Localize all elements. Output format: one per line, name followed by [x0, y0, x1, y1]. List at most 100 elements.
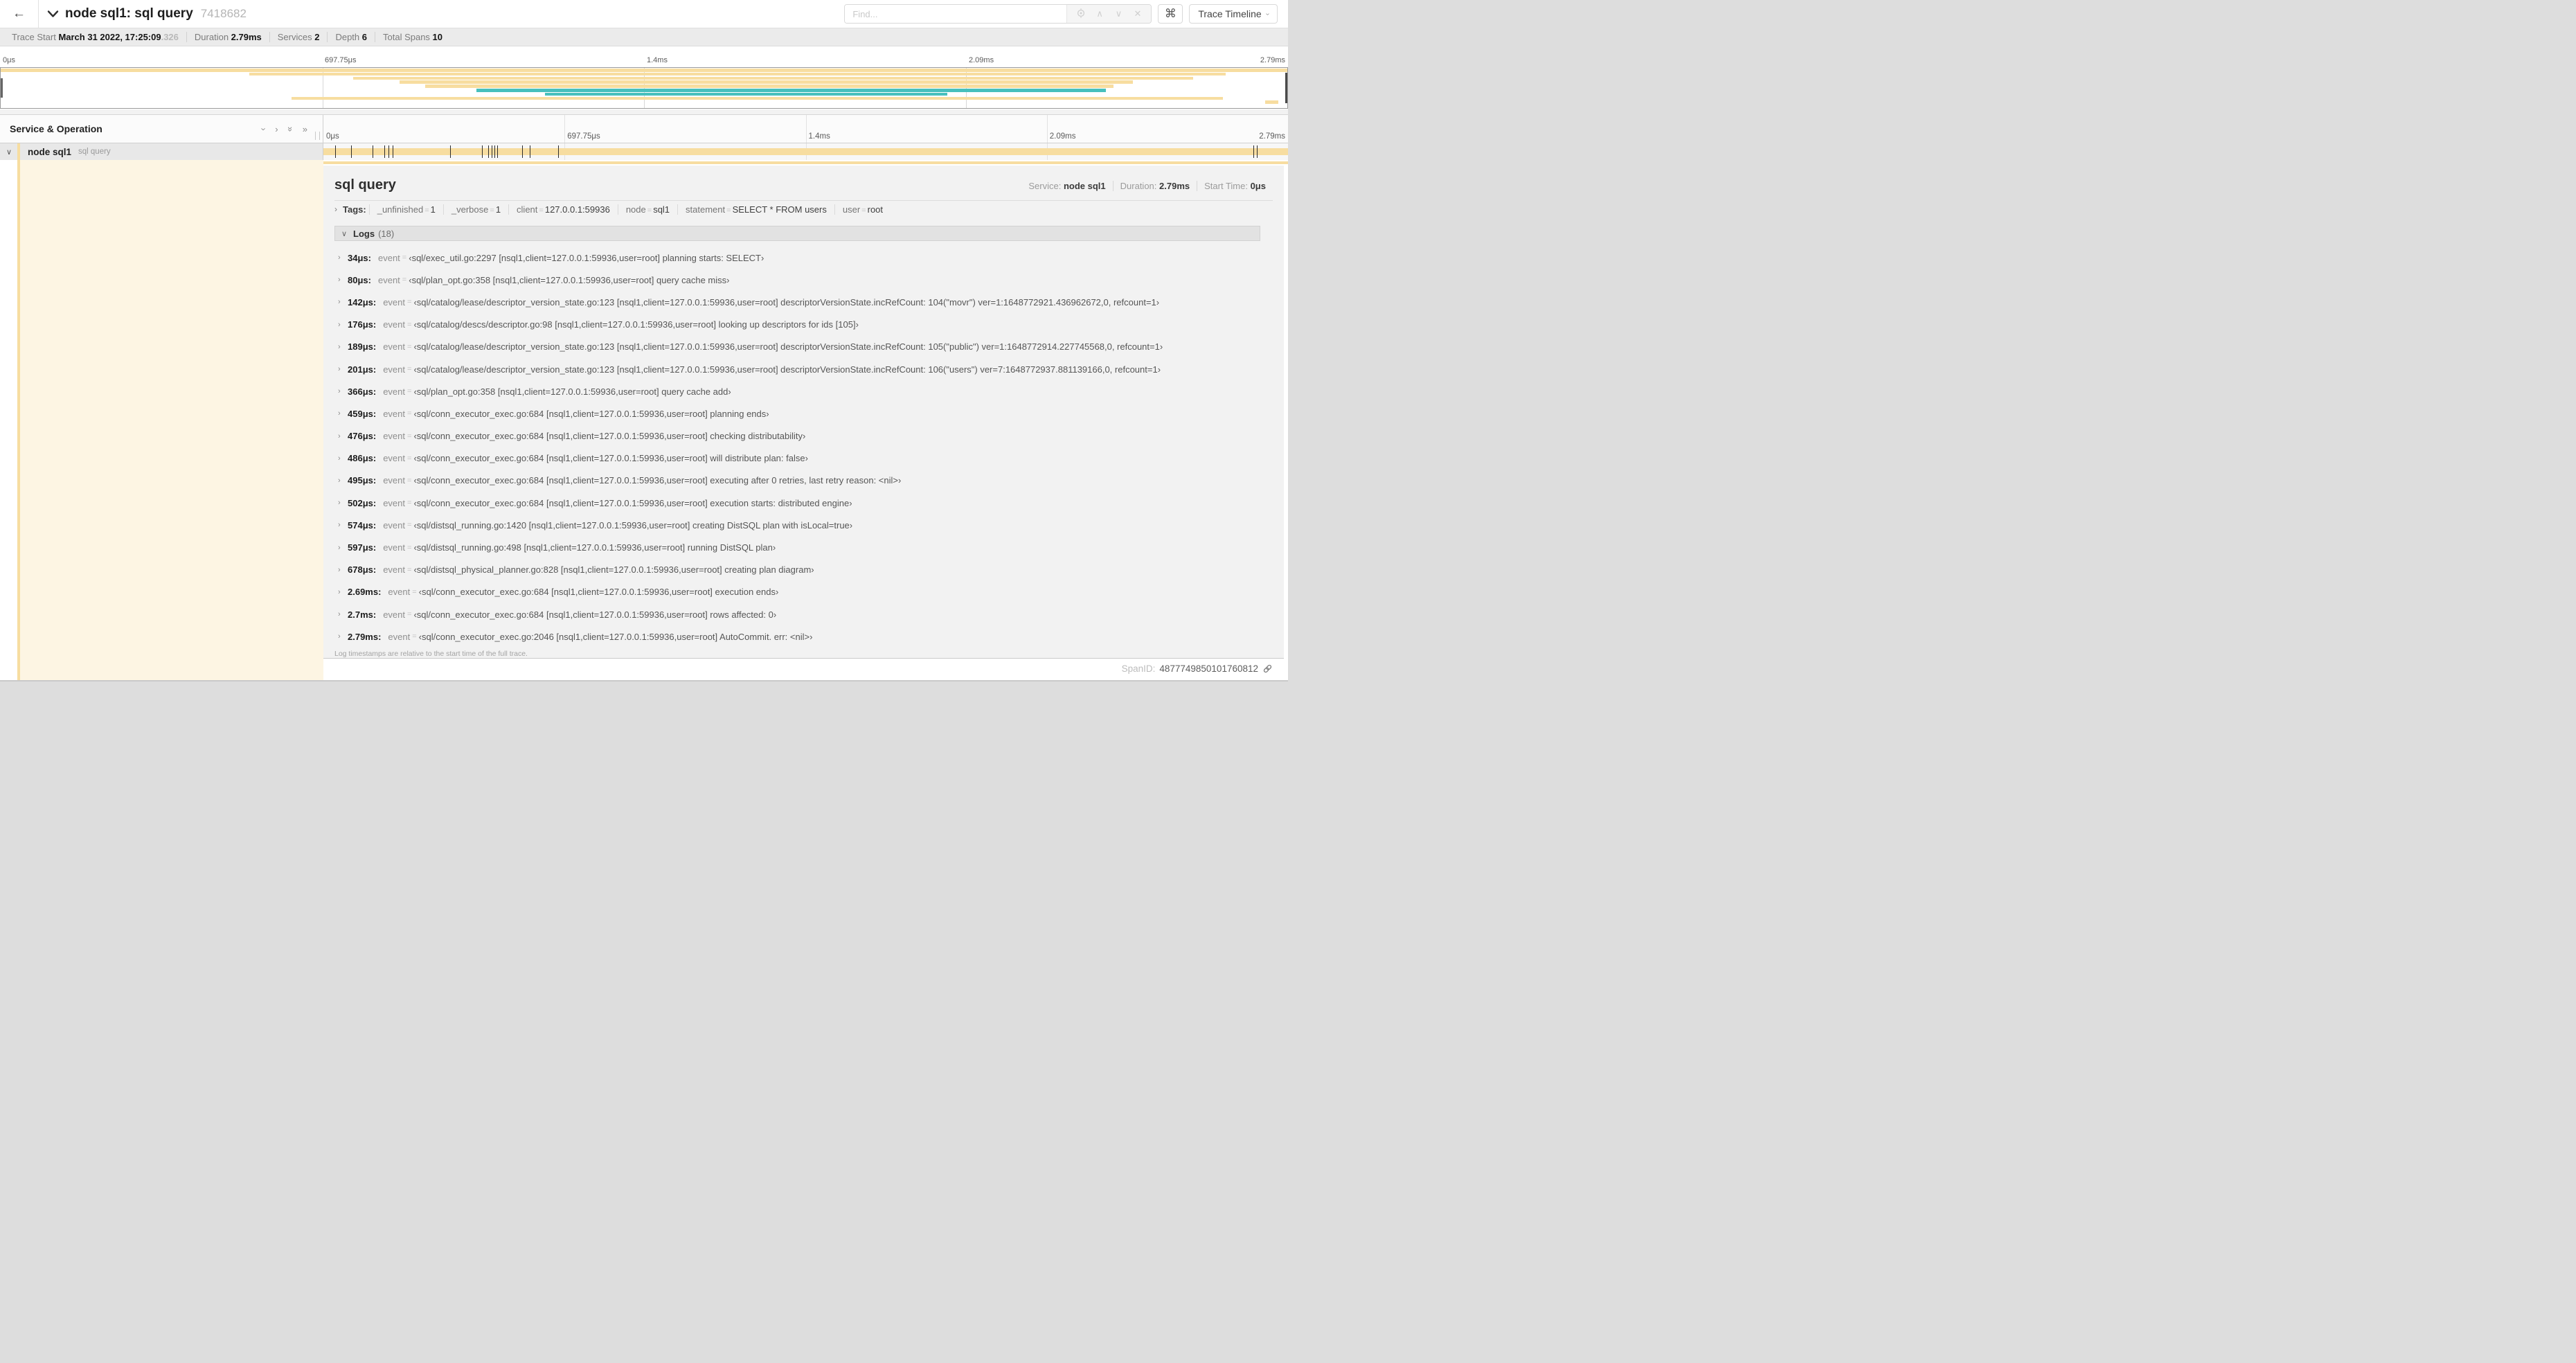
- equals-sign: =: [402, 253, 407, 262]
- chevron-right-icon: ›: [338, 521, 341, 530]
- trace-meta-item: Duration 2.79ms: [186, 32, 269, 42]
- chevron-right-icon: ›: [338, 610, 341, 619]
- expand-one-icon[interactable]: ›: [275, 125, 278, 134]
- log-entry-row[interactable]: › 366μs: event = ‹sql/plan_opt.go:358 [nsql1…: [334, 380, 1260, 402]
- equals-sign: =: [861, 206, 866, 215]
- chevron-right-icon: ›: [338, 431, 341, 440]
- log-entry-row[interactable]: › 495μs: event = ‹sql/conn_executor_exec.go:…: [334, 470, 1260, 492]
- log-entry-row[interactable]: › 2.79ms: event = ‹sql/conn_executor_exec.go…: [334, 625, 1260, 648]
- trace-timeline-page: ← node sql1: sql query 7418682 ∧ ∨ ✕: [0, 0, 1288, 682]
- span-duration-bar[interactable]: [323, 148, 1288, 155]
- logs-count: (18): [378, 228, 395, 239]
- collapse-all-icon[interactable]: »: [285, 126, 296, 131]
- equals-sign: =: [424, 206, 429, 215]
- log-entry-row[interactable]: › 2.69ms: event = ‹sql/conn_executor_exec.go…: [334, 581, 1260, 603]
- trace-meta-item: Total Spans 10: [375, 32, 450, 42]
- span-meta-item: Start Time: 0μs: [1197, 181, 1273, 191]
- log-entry-row[interactable]: › 80μs: event = ‹sql/plan_opt.go:358 [nsql1,…: [334, 269, 1260, 291]
- log-field-key: event: [383, 364, 406, 375]
- tag-item[interactable]: _unfinished = 1: [368, 204, 443, 215]
- span-id-value: 4877749850101760812: [1159, 663, 1258, 674]
- find-input[interactable]: [845, 5, 1067, 23]
- back-button[interactable]: ←: [0, 0, 39, 28]
- keyboard-shortcuts-button[interactable]: ⌘: [1158, 4, 1183, 24]
- log-entry-row[interactable]: › 142μs: event = ‹sql/catalog/lease/descript…: [334, 291, 1260, 313]
- log-timestamp: 189μs:: [348, 341, 377, 353]
- log-field-key: event: [383, 564, 406, 576]
- log-timestamp: 2.7ms:: [348, 609, 377, 620]
- collapse-one-icon[interactable]: ›: [259, 127, 269, 130]
- span-row-label[interactable]: ∨ node sql1 sql query: [0, 143, 323, 160]
- next-result-icon[interactable]: ∨: [1113, 8, 1125, 19]
- minimap-left-scrubber[interactable]: [1, 78, 3, 98]
- minimap-right-scrubber[interactable]: [1285, 73, 1287, 103]
- tag-item[interactable]: client = 127.0.0.1:59936: [508, 204, 618, 215]
- log-entry-row[interactable]: › 597μs: event = ‹sql/distsql_running.go:498…: [334, 536, 1260, 558]
- span-color-accent: [17, 143, 20, 160]
- span-meta-label: Duration:: [1120, 181, 1160, 191]
- log-field-key: event: [383, 497, 406, 508]
- log-marker-tick: [384, 145, 385, 158]
- equals-sign: =: [407, 365, 412, 374]
- log-entry-row[interactable]: › 678μs: event = ‹sql/distsql_physical_plann…: [334, 559, 1260, 581]
- chevron-right-icon: ›: [338, 409, 341, 418]
- tag-item[interactable]: _verbose = 1: [442, 204, 508, 215]
- tag-item[interactable]: node = sql1: [617, 204, 677, 215]
- view-selector-button[interactable]: Trace Timeline ›: [1189, 4, 1278, 24]
- clear-search-icon[interactable]: ✕: [1132, 8, 1143, 19]
- tag-key: _verbose: [451, 204, 489, 215]
- span-row-track[interactable]: [323, 143, 1288, 160]
- log-marker-tick: [557, 145, 559, 158]
- equals-sign: =: [407, 610, 412, 619]
- tag-value: SELECT * FROM users: [732, 204, 827, 215]
- locate-icon[interactable]: [1075, 8, 1086, 20]
- log-field-key: event: [383, 431, 406, 442]
- equals-sign: =: [407, 565, 412, 574]
- log-entry-row[interactable]: › 189μs: event = ‹sql/catalog/lease/descript…: [334, 336, 1260, 358]
- log-entry-row[interactable]: › 502μs: event = ‹sql/conn_executor_exec.go:…: [334, 492, 1260, 514]
- span-meta-item: Service: node sql1: [1021, 181, 1112, 191]
- chevron-right-icon: ›: [338, 632, 341, 641]
- deep-link-icon[interactable]: [1262, 663, 1273, 674]
- tag-item[interactable]: statement = SELECT * FROM users: [677, 204, 834, 215]
- tag-key: _unfinished: [377, 204, 424, 215]
- log-timestamp: 366μs:: [348, 386, 377, 397]
- log-entry-row[interactable]: › 574μs: event = ‹sql/distsql_running.go:142…: [334, 514, 1260, 536]
- chevron-right-icon: ›: [338, 454, 341, 463]
- minimap-canvas[interactable]: [0, 67, 1288, 109]
- chevron-down-icon[interactable]: [47, 9, 59, 19]
- tags-row[interactable]: › Tags: _unfinished = 1 _verbose = 1 client = 12…: [334, 202, 1273, 217]
- expand-all-icon[interactable]: »: [303, 125, 307, 134]
- log-entry-row[interactable]: › 201μs: event = ‹sql/catalog/lease/descript…: [334, 358, 1260, 380]
- ruler-tick-label: 1.4ms: [647, 56, 668, 64]
- prev-result-icon[interactable]: ∧: [1094, 8, 1105, 19]
- span-meta-value: 0μs: [1250, 181, 1266, 191]
- minimap-span-bar: [476, 89, 1106, 92]
- timeline-header-row: Service & Operation › › » » 0μs 697.75μs 1…: [0, 114, 1288, 143]
- log-field-key: event: [383, 319, 406, 330]
- log-entry-row[interactable]: › 486μs: event = ‹sql/conn_executor_exec.go:…: [334, 447, 1260, 470]
- log-marker-tick: [521, 145, 523, 158]
- log-marker-tick: [350, 145, 352, 158]
- tag-item[interactable]: user = root: [834, 204, 891, 215]
- logs-header[interactable]: ∨ Logs (18): [334, 226, 1260, 241]
- column-resize-grip[interactable]: [315, 132, 320, 140]
- log-entry-row[interactable]: › 34μs: event = ‹sql/exec_util.go:2297 [nsql…: [334, 247, 1260, 269]
- trace-meta-suffix: .326: [161, 32, 179, 42]
- log-entry-row[interactable]: › 459μs: event = ‹sql/conn_executor_exec.go:…: [334, 402, 1260, 425]
- log-field-key: event: [383, 475, 406, 486]
- chevron-down-icon[interactable]: ∨: [0, 148, 18, 157]
- tag-key: user: [842, 204, 861, 215]
- log-entry-row[interactable]: › 2.7ms: event = ‹sql/conn_executor_exec.go:…: [334, 603, 1260, 625]
- trace-title-wrap[interactable]: node sql1: sql query 7418682: [39, 6, 247, 21]
- log-entry-row[interactable]: › 176μs: event = ‹sql/catalog/descs/descript…: [334, 314, 1260, 336]
- log-entry-row[interactable]: › 476μs: event = ‹sql/conn_executor_exec.go:…: [334, 425, 1260, 447]
- log-field-value: ‹sql/catalog/lease/descriptor_version_st…: [413, 341, 1163, 353]
- log-marker-tick: [1287, 145, 1288, 158]
- trace-meta-label: Total Spans: [383, 32, 433, 42]
- chevron-right-icon: ›: [338, 543, 341, 552]
- minimap-span-bar: [1, 69, 1287, 72]
- chevron-right-icon: ›: [338, 565, 341, 574]
- equals-sign: =: [407, 387, 412, 396]
- log-field-value: ‹sql/catalog/lease/descriptor_version_st…: [413, 296, 1160, 308]
